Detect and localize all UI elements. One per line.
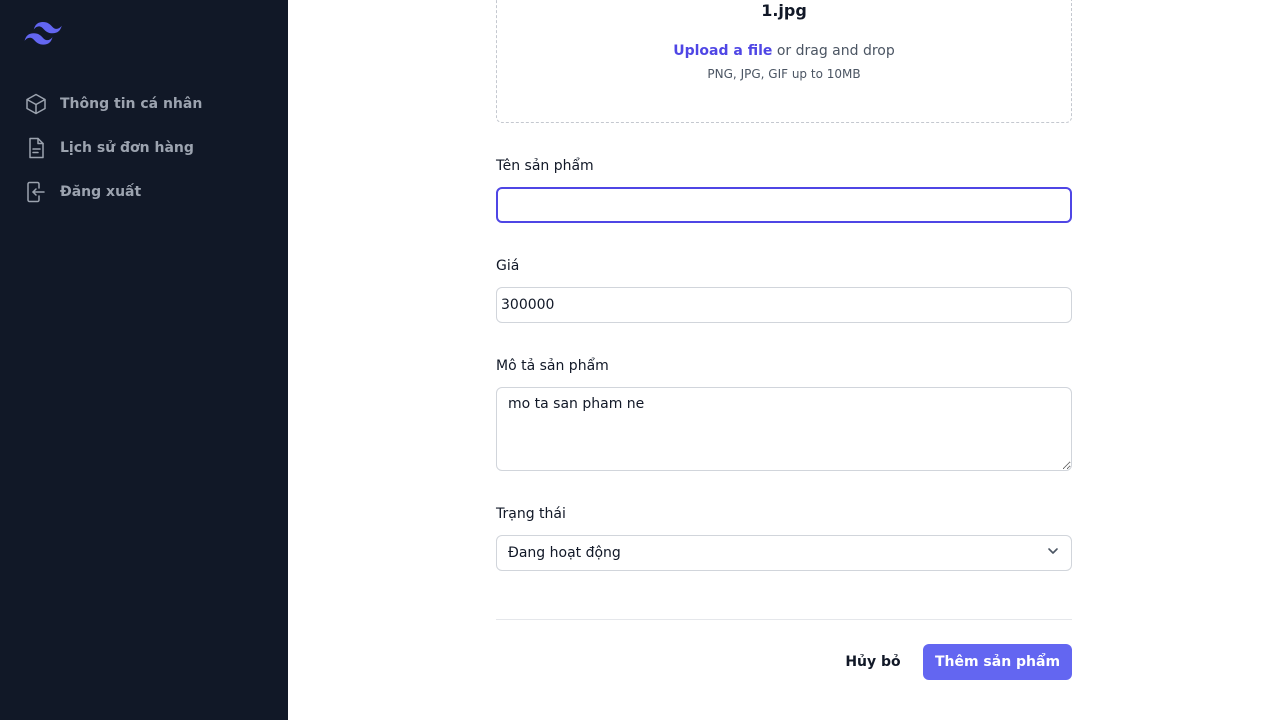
tailwind-logo-icon[interactable] xyxy=(24,18,62,46)
file-dropzone[interactable]: 1.jpg Upload a file or drag and drop PNG… xyxy=(496,0,1072,123)
description-label: Mô tả sản phẩm xyxy=(496,358,609,374)
upload-file-link[interactable]: Upload a file xyxy=(673,43,772,59)
uploaded-file-name: 1.jpg xyxy=(761,1,807,20)
sidebar-item-profile[interactable]: Thông tin cá nhân xyxy=(16,82,272,126)
cancel-button[interactable]: Hủy bỏ xyxy=(832,644,914,680)
price-label: Giá xyxy=(496,258,520,274)
cube-icon xyxy=(24,92,48,116)
status-select[interactable]: Đang hoạt động xyxy=(496,535,1072,571)
sidebar-item-label: Thông tin cá nhân xyxy=(60,96,203,112)
sidebar-item-label: Lịch sử đơn hàng xyxy=(60,140,194,156)
product-name-input[interactable] xyxy=(496,187,1072,223)
status-selected-value: Đang hoạt động xyxy=(508,545,621,561)
sidebar-nav: Thông tin cá nhân Lịch sử đơn hàng Đăng … xyxy=(16,82,272,214)
upload-hint: PNG, JPG, GIF up to 10MB xyxy=(707,67,861,81)
sidebar-item-label: Đăng xuất xyxy=(60,184,142,200)
sidebar-item-logout[interactable]: Đăng xuất xyxy=(16,170,272,214)
form-divider xyxy=(496,619,1072,620)
chevron-down-icon xyxy=(1046,544,1060,562)
upload-instructions: Upload a file or drag and drop xyxy=(497,43,1071,59)
sidebar: Thông tin cá nhân Lịch sử đơn hàng Đăng … xyxy=(0,0,288,720)
description-textarea[interactable]: mo ta san pham ne xyxy=(496,387,1072,471)
product-name-label: Tên sản phẩm xyxy=(496,158,594,174)
logout-icon xyxy=(24,180,48,204)
status-label: Trạng thái xyxy=(496,506,566,522)
price-input[interactable] xyxy=(496,287,1072,323)
add-product-button[interactable]: Thêm sản phẩm xyxy=(923,644,1072,680)
sidebar-item-order-history[interactable]: Lịch sử đơn hàng xyxy=(16,126,272,170)
main-content: 1.jpg Upload a file or drag and drop PNG… xyxy=(288,0,1280,720)
document-icon xyxy=(24,136,48,160)
drag-drop-text: or drag and drop xyxy=(772,43,895,59)
